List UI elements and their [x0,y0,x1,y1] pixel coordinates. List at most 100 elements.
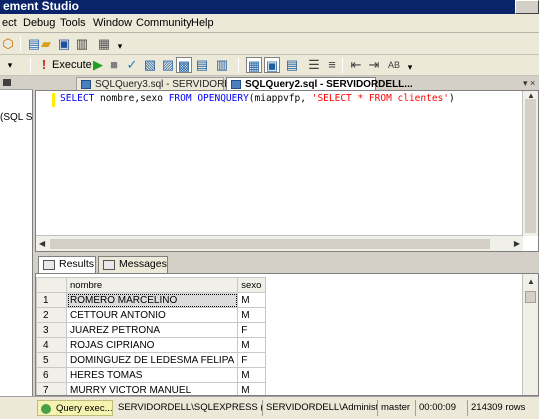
window-title-bar: ement Studio [0,0,539,14]
table-row[interactable]: 5 DOMINGUEZ DE LEDESMA FELIPA F [36,352,267,368]
table-row[interactable]: 2 CETTOUR ANTONIO M [36,307,267,323]
row-number[interactable]: 2 [36,307,67,323]
table-row[interactable]: 4 ROJAS CIPRIANO M [36,337,267,353]
tab-label: Results [59,258,95,270]
menu-item-window[interactable]: Window [93,16,132,30]
decrease-indent-icon[interactable]: ⇤ [348,57,364,73]
header-row: nombre sexo [36,277,267,293]
scroll-thumb[interactable] [525,291,536,303]
results-to-grid-icon[interactable]: ▩ [176,57,192,73]
scroll-left-icon[interactable]: ◀ [39,239,45,248]
left-status-area [0,396,35,419]
server-status: SERVIDORDELL\SQLEXPRESS (10.... [115,400,263,416]
table-row[interactable]: 6 HERES TOMAS M [36,367,267,383]
display-plan-icon[interactable]: ▧ [142,57,158,73]
table-row[interactable]: 7 MURRY VICTOR MANUEL M [36,382,267,395]
success-icon [41,404,51,414]
cell-sexo[interactable]: M [237,382,267,395]
properties-icon[interactable]: ▦ [96,36,112,52]
cell-sexo[interactable]: M [237,292,267,308]
print-icon[interactable]: ▥ [74,36,90,52]
cancel-query-icon[interactable]: ■ [106,57,122,73]
scroll-right-icon[interactable]: ▶ [514,239,520,248]
cell-nombre[interactable]: MURRY VICTOR MANUEL [65,382,239,395]
tab-results[interactable]: Results [38,256,96,273]
cell-nombre[interactable]: JUAREZ PETRONA [65,322,239,338]
row-number-header[interactable] [36,277,67,293]
database-dropdown-icon[interactable]: ▾ [2,57,18,73]
scroll-thumb[interactable] [50,239,490,249]
tab-label: SQLQuery2.sql - SERVIDORDELL... [245,79,413,90]
database-status: master [378,400,416,416]
tab-sqlquery2[interactable]: SQLQuery2.sql - SERVIDORDELL... [226,77,413,91]
messages-icon [103,260,115,270]
editor-vertical-scrollbar[interactable]: ▲ [522,91,538,236]
change-marker [52,93,55,107]
menu-item-debug[interactable]: Debug [23,16,55,30]
sql-file-icon [81,80,91,89]
results-to-file-icon[interactable]: ▥ [214,57,230,73]
connect-icon[interactable]: ⬡ [0,36,16,52]
tab-messages[interactable]: Messages [98,256,168,273]
actual-plan-icon[interactable]: ▦ [246,57,262,73]
execute-button[interactable]: Execute [52,59,92,71]
sql-editor-toolbar: ▾ ! Execute ▶ ■ ✓ ▧ ▨ ▩ ▤ ▥ ▦ ▣ ▤ ☰ ≡ ⇤ … [0,55,539,76]
results-table: nombre sexo 1 ROMERO MARCELINO M 2 CETTO… [36,277,267,395]
sql-query-line[interactable]: SELECT nombre,sexo FROM OPENQUERY(miappv… [60,93,455,104]
menu-item-project[interactable]: ect [2,16,17,30]
cell-sexo[interactable]: F [237,352,267,368]
cell-nombre[interactable]: ROJAS CIPRIANO [65,337,239,353]
results-tab-strip: Results Messages [35,255,539,273]
specify-values-icon[interactable]: AB [386,57,402,73]
menu-bar: ect Debug Tools Window Community Help [0,14,539,33]
scroll-thumb[interactable] [525,99,536,233]
maximize-button[interactable] [515,0,539,14]
row-number[interactable]: 7 [36,382,67,395]
row-number[interactable]: 3 [36,322,67,338]
row-number[interactable]: 6 [36,367,67,383]
query-designer-icon[interactable]: ▨ [160,57,176,73]
cell-nombre[interactable]: CETTOUR ANTONIO [65,307,239,323]
cell-sexo[interactable]: M [237,307,267,323]
sql-editor[interactable]: SELECT nombre,sexo FROM OPENQUERY(miappv… [35,90,539,252]
menu-item-tools[interactable]: Tools [60,16,86,30]
pin-icon[interactable] [3,79,11,86]
menu-item-help[interactable]: Help [191,16,214,30]
results-to-text-icon[interactable]: ▤ [194,57,210,73]
increase-indent-icon[interactable]: ⇥ [366,57,382,73]
parse-icon[interactable]: ✓ [124,57,140,73]
column-header-nombre[interactable]: nombre [65,277,239,293]
cell-sexo[interactable]: M [237,337,267,353]
toolbar-options-icon[interactable]: ▾ [112,38,128,54]
row-number[interactable]: 4 [36,337,67,353]
debug-icon[interactable]: ▶ [90,57,106,73]
document-tab-strip: SQLQuery3.sql - SERVIDORDELL... SQLQuery… [35,76,539,91]
execute-icon[interactable]: ! [36,57,52,73]
toolbar-options-icon[interactable]: ▾ [402,59,418,75]
editor-horizontal-scrollbar[interactable]: ◀ ▶ [36,235,523,251]
server-node-label[interactable]: (SQL S [0,112,32,123]
menu-item-community[interactable]: Community [136,16,192,30]
open-file-icon[interactable]: ▰ [38,36,54,52]
tab-label: Messages [119,258,167,270]
cell-sexo[interactable]: M [237,367,267,383]
cell-sexo[interactable]: F [237,322,267,338]
row-number[interactable]: 1 [36,292,67,308]
cell-nombre[interactable]: DOMINGUEZ DE LEDESMA FELIPA [65,352,239,368]
row-number[interactable]: 5 [36,352,67,368]
tab-close-icon[interactable]: ▾ × [523,78,535,89]
outdent-icon[interactable]: ≡ [324,57,340,73]
client-stats-icon[interactable]: ▣ [264,57,280,73]
cell-nombre[interactable]: ROMERO MARCELINO [65,292,239,308]
save-icon[interactable]: ▣ [56,36,72,52]
uncomment-icon[interactable]: ☰ [306,57,322,73]
results-grid[interactable]: nombre sexo 1 ROMERO MARCELINO M 2 CETTO… [35,273,539,396]
tab-sqlquery3[interactable]: SQLQuery3.sql - SERVIDORDELL... [76,77,258,91]
table-row[interactable]: 1 ROMERO MARCELINO M [36,292,267,308]
scroll-up-icon[interactable]: ▲ [527,277,535,286]
table-row[interactable]: 3 JUAREZ PETRONA F [36,322,267,338]
grid-vertical-scrollbar[interactable]: ▲ [522,274,538,395]
cell-nombre[interactable]: HERES TOMAS [65,367,239,383]
column-header-sexo[interactable]: sexo [237,277,267,293]
comment-icon[interactable]: ▤ [284,57,300,73]
